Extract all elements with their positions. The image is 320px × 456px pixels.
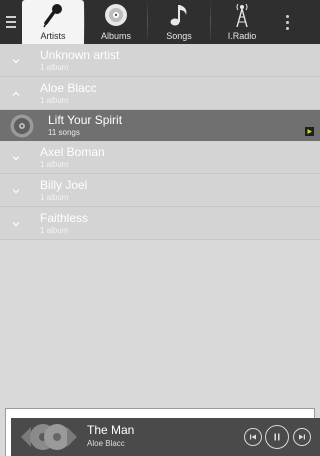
artist-row-faithless[interactable]: Faithless 1 album: [0, 207, 320, 240]
artist-album-count: 1 album: [40, 160, 69, 169]
pause-button[interactable]: [265, 425, 289, 449]
artist-album-count: 1 album: [40, 96, 69, 105]
chevron-down-icon: [12, 189, 20, 194]
tab-internet-radio-label: I.Radio: [227, 31, 257, 41]
chevron-down-icon: [12, 59, 20, 64]
artist-row-unknown-artist[interactable]: Unknown artist 1 album: [0, 44, 320, 77]
pause-icon: [274, 433, 280, 441]
artist-name: Aloe Blacc: [40, 81, 97, 95]
mini-player[interactable]: The Man Aloe Blacc: [11, 418, 320, 456]
now-playing-icon: [305, 127, 314, 136]
artist-album-count: 1 album: [40, 193, 69, 202]
artist-name: Axel Boman: [40, 145, 105, 159]
artist-list: Unknown artist 1 album Aloe Blacc 1 albu…: [0, 44, 320, 406]
chevron-down-icon: [12, 156, 20, 161]
album-song-count: 11 songs: [48, 128, 80, 137]
artist-row-billy-joel[interactable]: Billy Joel 1 album: [0, 174, 320, 207]
music-player-app: Artists Albums Songs I.Radio Unknown art…: [0, 0, 320, 456]
album-name: Lift Your Spirit: [48, 113, 123, 127]
now-playing-title: The Man: [87, 423, 135, 437]
tab-internet-radio[interactable]: I.Radio: [211, 0, 273, 44]
tab-artists[interactable]: Artists: [22, 0, 84, 44]
tab-albums[interactable]: Albums: [85, 0, 147, 44]
artist-name: Faithless: [40, 211, 89, 225]
tab-albums-label: Albums: [100, 31, 131, 41]
hamburger-menu-icon[interactable]: [0, 0, 22, 44]
artist-name: Billy Joel: [40, 178, 88, 192]
radio-tower-icon: [236, 3, 248, 28]
album-art-discs-icon: [21, 424, 77, 450]
next-icon: [299, 434, 305, 440]
artist-name: Unknown artist: [40, 48, 120, 62]
chevron-up-icon: [12, 91, 20, 96]
previous-icon: [250, 434, 256, 440]
chevron-down-icon: [12, 222, 20, 227]
artist-row-aloe-blacc[interactable]: Aloe Blacc 1 album: [0, 77, 320, 110]
artist-row-axel-boman[interactable]: Axel Boman 1 album: [0, 141, 320, 174]
next-button[interactable]: [293, 428, 311, 446]
tab-artists-label: Artists: [40, 31, 66, 41]
tab-songs[interactable]: Songs: [148, 0, 210, 44]
music-note-icon: [170, 5, 187, 26]
top-tab-bar: Artists Albums Songs I.Radio: [0, 0, 320, 44]
album-row-lift-your-spirit[interactable]: Lift Your Spirit 11 songs: [0, 110, 320, 141]
microphone-icon: [43, 4, 62, 28]
tab-songs-label: Songs: [166, 31, 192, 41]
album-disc-icon: [10, 114, 34, 138]
overflow-menu-icon[interactable]: [273, 0, 301, 44]
disc-icon: [105, 4, 127, 26]
artist-album-count: 1 album: [40, 63, 69, 72]
artist-album-count: 1 album: [40, 226, 69, 235]
now-playing-artist: Aloe Blacc: [87, 439, 125, 448]
previous-button[interactable]: [244, 428, 262, 446]
